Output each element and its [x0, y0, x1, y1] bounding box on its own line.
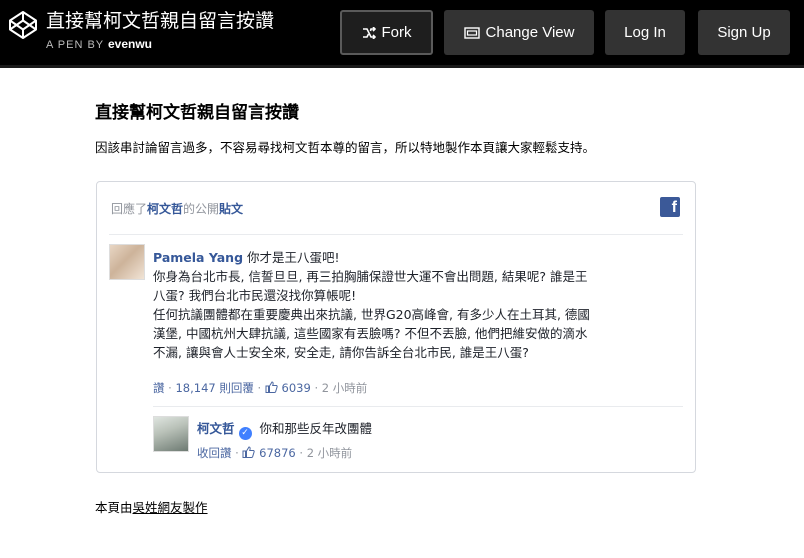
thumbs-up-icon — [265, 381, 278, 393]
reply-divider — [153, 406, 683, 407]
comment-line: 任何抗議團體都在重要慶典出來抗議, 世界G20高峰會, 有多少人在土耳其, 德國 — [153, 307, 590, 322]
reply-meta: 收回讚 · 67876 · 2 小時前 — [197, 446, 353, 460]
page-name-link[interactable]: 柯文哲 — [147, 202, 183, 216]
reply-likes-count[interactable]: 67876 — [259, 446, 296, 460]
facebook-comment-embed: 回應了柯文哲的公開貼文 f Pamela Yang 你才是王八蛋吧! 你身為台北… — [96, 181, 696, 473]
reply: 柯文哲 ✓ 你和那些反年改團體 — [197, 419, 372, 440]
main-content: 直接幫柯文哲親自留言按讚 因該串討論留言過多，不容易尋找柯文哲本尊的留言，所以特… — [95, 100, 695, 158]
intro-text: 因該串討論留言過多，不容易尋找柯文哲本尊的留言，所以特地製作本頁讓大家輕鬆支持。 — [95, 140, 596, 155]
facebook-icon[interactable]: f — [660, 197, 680, 217]
embed-head-middle: 的公開 — [183, 202, 220, 216]
likes-count[interactable]: 6039 — [282, 381, 311, 395]
comment-line: 不漏, 讓與會人士安全來, 安全走, 請你告訴全台北市民, 誰是王八蛋? — [153, 345, 529, 360]
comment: Pamela Yang 你才是王八蛋吧! 你身為台北市長, 信誓旦旦, 再三拍胸… — [153, 248, 683, 362]
pen-author-link[interactable]: evenwu — [108, 37, 152, 51]
comment-meta: 讚 · 18,147 則回覆 · 6039 · 2 小時前 — [153, 381, 368, 395]
top-bar: 直接幫柯文哲親自留言按讚 A PEN BY evenwu Fork Change… — [0, 0, 804, 68]
comment-time[interactable]: 2 小時前 — [322, 381, 367, 395]
reply-time[interactable]: 2 小時前 — [307, 446, 352, 460]
reply-author-link[interactable]: 柯文哲 — [197, 421, 235, 436]
log-in-button[interactable]: Log In — [605, 10, 685, 55]
pen-by-prefix: A PEN BY — [46, 39, 104, 51]
footer: 本頁由吳姓網友製作 — [95, 497, 208, 516]
unlike-link[interactable]: 收回讚 — [197, 446, 232, 460]
comment-line: 漢堡, 中國杭州大肆抗議, 這些國家有丟臉嗎? 不但不丟臉, 他們把維安做的滴水 — [153, 326, 588, 341]
fork-button[interactable]: Fork — [340, 10, 433, 55]
pen-byline: A PEN BY evenwu — [46, 37, 152, 51]
fork-icon — [362, 26, 376, 39]
change-view-button[interactable]: Change View — [444, 10, 594, 55]
page-title: 直接幫柯文哲親自留言按讚 — [95, 103, 299, 123]
reply-text: 你和那些反年改團體 — [259, 421, 373, 436]
verified-badge-icon: ✓ — [238, 427, 252, 440]
replies-count-link[interactable]: 18,147 則回覆 — [175, 381, 253, 395]
embed-head-prefix: 回應了 — [111, 202, 148, 216]
footer-prefix: 本頁由 — [95, 500, 133, 515]
comment-line: 你身為台北市長, 信誓旦旦, 再三拍胸脯保證世大運不會出問題, 結果呢? 誰是王 — [153, 269, 588, 284]
comment-line: 八蛋? 我們台北市民還沒找你算帳呢! — [153, 288, 357, 303]
sign-up-button[interactable]: Sign Up — [698, 10, 790, 55]
like-comment-link[interactable]: 讚 — [153, 381, 165, 395]
avatar[interactable] — [153, 416, 189, 452]
change-view-label: Change View — [485, 24, 575, 41]
pen-title: 直接幫柯文哲親自留言按讚 — [46, 10, 275, 32]
embed-divider — [109, 234, 683, 235]
embed-header: 回應了柯文哲的公開貼文 — [111, 200, 243, 217]
layout-icon — [463, 26, 480, 39]
avatar[interactable] — [109, 244, 145, 280]
comment-author-link[interactable]: Pamela Yang — [153, 250, 243, 265]
post-link[interactable]: 貼文 — [219, 202, 243, 216]
codepen-logo-icon[interactable] — [8, 10, 38, 40]
fork-label: Fork — [381, 24, 412, 41]
author-credit-link[interactable]: 吳姓網友製作 — [133, 500, 208, 515]
comment-line: 你才是王八蛋吧! — [247, 250, 340, 265]
thumbs-up-icon — [242, 446, 256, 458]
